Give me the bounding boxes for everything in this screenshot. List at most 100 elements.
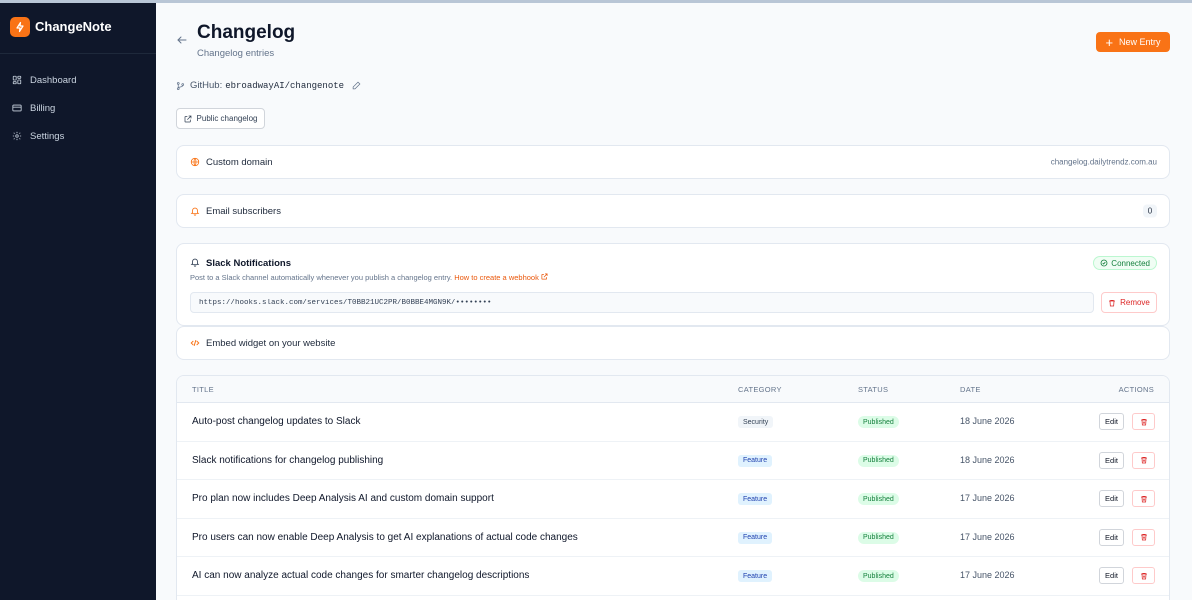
credit-card-icon xyxy=(12,104,22,112)
sidebar-item-settings[interactable]: Settings xyxy=(0,122,156,150)
embed-widget-label: Embed widget on your website xyxy=(206,337,336,349)
delete-button[interactable] xyxy=(1132,413,1155,430)
new-entry-label: New Entry xyxy=(1119,37,1161,47)
entry-title[interactable]: AI can now analyze actual code changes f… xyxy=(192,570,529,581)
sidebar-item-dashboard[interactable]: Dashboard xyxy=(0,66,156,94)
entry-date: 18 June 2026 xyxy=(960,416,1015,426)
edit-button[interactable]: Edit xyxy=(1099,567,1124,584)
new-entry-button[interactable]: + New Entry xyxy=(1096,32,1170,52)
globe-icon xyxy=(190,157,200,167)
back-arrow-icon[interactable] xyxy=(176,34,188,46)
delete-button[interactable] xyxy=(1132,528,1155,546)
email-subscribers-label: Email subscribers xyxy=(206,205,281,217)
status-badge: Published xyxy=(858,416,899,428)
sidebar-item-billing[interactable]: Billing xyxy=(0,94,156,122)
slack-notifications-card: Slack Notifications Post to a Slack chan… xyxy=(176,243,1170,326)
trash-icon xyxy=(1140,456,1147,464)
brand[interactable]: ChangeNote xyxy=(0,0,156,54)
page-title: Changelog xyxy=(197,22,296,43)
custom-domain-card[interactable]: Custom domain changelog.dailytrendz.com.… xyxy=(176,145,1170,179)
slack-description: Post to a Slack channel automatically wh… xyxy=(190,273,548,282)
webhook-help-link[interactable]: How to create a webhook xyxy=(454,273,548,282)
table-header: TITLE CATEGORY STATUS DATE ACTIONS xyxy=(177,376,1169,403)
gear-icon xyxy=(12,131,22,141)
table-row[interactable]: Pro plan now includes Deep Analysis AI a… xyxy=(177,480,1169,519)
entry-title[interactable]: Pro users can now enable Deep Analysis t… xyxy=(192,532,578,543)
entry-date: 18 June 2026 xyxy=(960,454,1015,465)
entry-title[interactable]: Auto-post changelog updates to Slack xyxy=(192,416,360,427)
connected-status-label: Connected xyxy=(1111,258,1150,268)
grid-icon xyxy=(12,75,22,85)
subscriber-count-badge: 0 xyxy=(1143,204,1157,218)
page-header: Changelog Changelog entries + New Entry xyxy=(176,22,1170,62)
column-title: TITLE xyxy=(192,385,214,394)
table-row[interactable]: Slack notifications for changelog publis… xyxy=(177,442,1169,480)
window-top-border xyxy=(0,0,1192,3)
brand-name: ChangeNote xyxy=(35,19,112,34)
webhook-help-link-label: How to create a webhook xyxy=(454,273,539,282)
changelog-table: TITLE CATEGORY STATUS DATE ACTIONS Auto-… xyxy=(176,375,1170,600)
custom-domain-value: changelog.dailytrendz.com.au xyxy=(1050,157,1157,167)
column-date: DATE xyxy=(960,385,981,394)
table-row[interactable]: Auto-post changelog updates to Slack Sec… xyxy=(177,403,1169,442)
slack-description-text: Post to a Slack channel automatically wh… xyxy=(190,273,453,282)
trash-icon xyxy=(1140,418,1147,425)
webhook-url-field[interactable] xyxy=(190,292,1094,313)
delete-button[interactable] xyxy=(1132,567,1155,584)
trash-icon xyxy=(1140,572,1147,579)
page-subtitle: Changelog entries xyxy=(197,48,275,59)
table-row[interactable]: AI can now analyze actual code changes f… xyxy=(177,557,1169,596)
public-changelog-button[interactable]: Public changelog xyxy=(176,108,265,129)
sidebar-item-label: Billing xyxy=(30,102,56,114)
github-label: GitHub: xyxy=(190,80,223,91)
entry-date: 17 June 2026 xyxy=(960,531,1015,542)
edit-button[interactable]: Edit xyxy=(1099,490,1124,507)
embed-widget-card[interactable]: Embed widget on your website xyxy=(176,326,1170,360)
entry-title[interactable]: Pro plan now includes Deep Analysis AI a… xyxy=(192,493,494,504)
bell-icon xyxy=(190,206,200,216)
email-subscribers-card[interactable]: Email subscribers 0 xyxy=(176,194,1170,228)
entry-date: 17 June 2026 xyxy=(960,493,1015,503)
connected-status-badge: Connected xyxy=(1093,256,1157,270)
github-repo-row: GitHub: ebroadwayAI/changenote xyxy=(176,80,366,91)
trash-icon xyxy=(1140,533,1147,541)
column-category: CATEGORY xyxy=(738,385,782,394)
sidebar-item-label: Settings xyxy=(30,130,65,142)
sidebar-nav: Dashboard Billing Settings xyxy=(0,54,156,150)
remove-webhook-button[interactable]: Remove xyxy=(1101,292,1157,313)
entry-title[interactable]: Slack notifications for changelog publis… xyxy=(192,455,383,466)
edit-button[interactable]: Edit xyxy=(1099,413,1124,430)
category-badge: Feature xyxy=(738,454,773,467)
slack-title-row: Slack Notifications xyxy=(190,257,291,270)
edit-button[interactable]: Edit xyxy=(1099,451,1124,469)
pencil-icon[interactable] xyxy=(352,81,361,90)
external-link-icon xyxy=(184,115,191,122)
column-actions: ACTIONS xyxy=(1118,385,1154,394)
entry-date: 17 June 2026 xyxy=(960,570,1015,580)
code-icon xyxy=(190,338,200,348)
github-repo-name: ebroadwayAI/changenote xyxy=(225,80,345,91)
sidebar-item-label: Dashboard xyxy=(30,74,77,86)
sidebar: ChangeNote Dashboard Billing Settings xyxy=(0,0,156,600)
category-badge: Security xyxy=(738,416,774,428)
delete-button[interactable] xyxy=(1132,451,1155,469)
check-circle-icon xyxy=(1100,259,1108,267)
slack-title: Slack Notifications xyxy=(206,258,291,269)
edit-button[interactable]: Edit xyxy=(1099,528,1124,546)
lightning-icon xyxy=(10,16,30,37)
column-status: STATUS xyxy=(858,385,889,394)
git-branch-icon xyxy=(176,81,185,90)
category-badge: Feature xyxy=(738,570,773,582)
status-badge: Published xyxy=(858,531,899,544)
status-badge: Published xyxy=(858,454,899,467)
delete-button[interactable] xyxy=(1132,490,1155,507)
category-badge: Feature xyxy=(738,531,773,544)
bell-icon xyxy=(190,257,200,270)
table-row[interactable]: Pro users can now enable Deep Analysis t… xyxy=(177,519,1169,557)
trash-icon xyxy=(1140,495,1147,502)
category-badge: Feature xyxy=(738,493,773,505)
external-link-icon xyxy=(541,273,548,280)
public-changelog-label: Public changelog xyxy=(196,114,258,123)
plus-icon: + xyxy=(1105,34,1114,50)
trash-icon xyxy=(1109,299,1116,306)
